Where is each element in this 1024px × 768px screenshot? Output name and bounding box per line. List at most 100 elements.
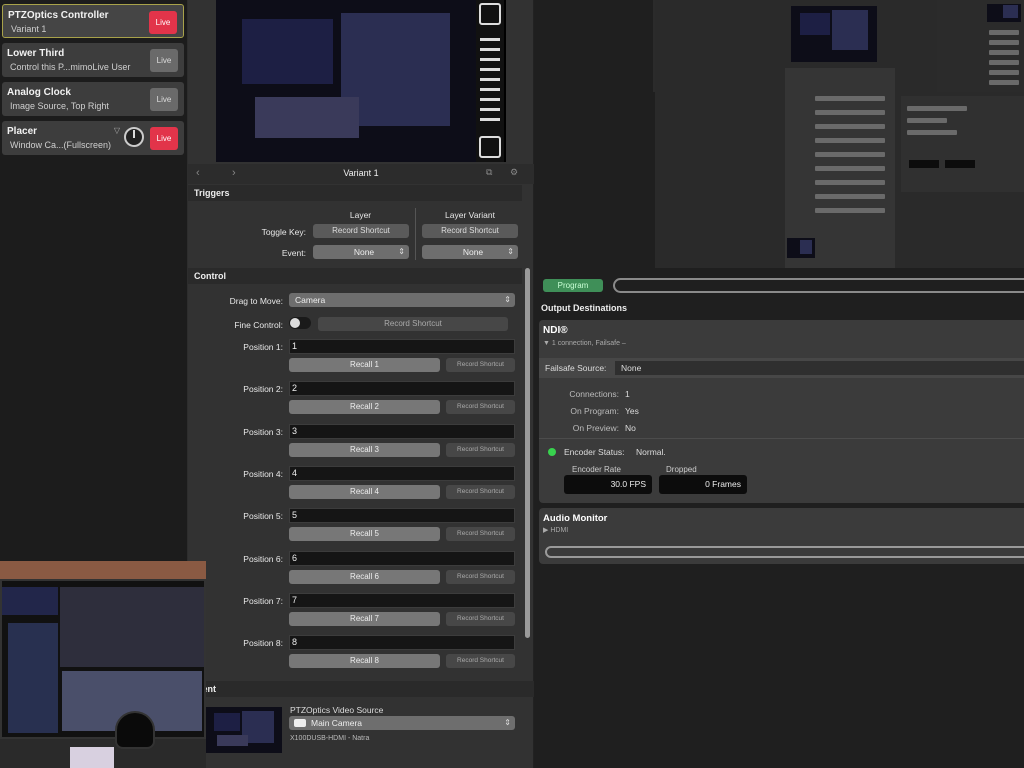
output-destinations-heading: Output Destinations (541, 303, 627, 313)
dropped-label: Dropped (666, 465, 697, 474)
on-preview-value: No (625, 423, 636, 433)
position-name-field[interactable]: 2 (289, 381, 515, 397)
encoder-rate-value: 30.0 FPS (564, 475, 652, 494)
position-label: Position 3: (243, 426, 283, 437)
ndi-title: NDI® (543, 325, 568, 336)
layer-analog-clock[interactable]: Analog Clock Image Source, Top Right Liv… (2, 82, 184, 116)
layer-title: Placer (7, 126, 38, 137)
audio-monitor-panel: Audio Monitor ▶ HDMI (539, 508, 1024, 564)
program-button[interactable]: Program (543, 279, 603, 292)
app-root: PTZOptics Controller Variant 1 Live Lowe… (0, 0, 1024, 768)
audio-source-disclosure[interactable]: ▶ HDMI (543, 526, 568, 534)
recall-record-shortcut[interactable]: Record Shortcut (446, 611, 515, 626)
opacity-knob-icon[interactable] (124, 127, 144, 147)
variant-record-shortcut-button[interactable]: Record Shortcut (422, 224, 518, 238)
position-name-field[interactable]: 4 (289, 465, 515, 481)
position-name-field[interactable]: 8 (289, 635, 515, 651)
recall-button[interactable]: Recall 3 (289, 442, 440, 457)
connections-value: 1 (625, 389, 630, 399)
failsafe-row: Failsafe Source: None (539, 358, 1024, 378)
position-name-field[interactable]: 6 (289, 550, 515, 566)
layer-title: Lower Third (7, 48, 65, 59)
ndi-output-panel: NDI® ▼ 1 connection, Failsafe – Failsafe… (539, 320, 1024, 503)
recall-record-shortcut[interactable]: Record Shortcut (446, 358, 515, 372)
live-button[interactable]: Live (150, 88, 178, 111)
camera-pip-overlay (0, 561, 206, 768)
camera-icon (294, 719, 306, 727)
pip-monitor-image (0, 579, 206, 739)
position-label: Position 4: (243, 468, 283, 479)
layer-title: PTZOptics Controller (8, 10, 109, 21)
layer-subtitle: Variant 1 (11, 24, 47, 34)
inspector-scrollbar[interactable] (525, 268, 530, 638)
variant-event-select[interactable]: None (422, 245, 518, 259)
program-level-meter (613, 278, 1024, 293)
position-name-field[interactable]: 5 (289, 508, 515, 524)
position-label: Position 2: (243, 384, 283, 395)
encoder-status-indicator (548, 448, 556, 456)
ptz-camera-image (115, 711, 155, 749)
recall-record-shortcut[interactable]: Record Shortcut (446, 484, 515, 499)
preview-side-strip (476, 0, 504, 162)
ndi-disclosure[interactable]: ▼ 1 connection, Failsafe – (543, 340, 626, 347)
position-name-field[interactable]: 3 (289, 423, 515, 439)
live-button[interactable]: Live (150, 49, 178, 72)
recall-button[interactable]: Recall 1 (289, 358, 440, 372)
on-preview-label: On Preview: (572, 423, 619, 433)
layer-title: Analog Clock (7, 87, 71, 98)
recall-button[interactable]: Recall 2 (289, 400, 440, 415)
recall-record-shortcut[interactable]: Record Shortcut (446, 400, 515, 415)
live-button[interactable]: Live (150, 127, 178, 150)
position-name-field[interactable]: 1 (289, 339, 515, 354)
position-label: Position 1: (243, 342, 283, 352)
video-source-select[interactable]: Main Camera (289, 716, 515, 730)
source-label: PTZOptics Video Source (290, 705, 384, 715)
failsafe-label: Failsafe Source: (545, 363, 607, 373)
recall-record-shortcut[interactable]: Record Shortcut (446, 569, 515, 584)
recall-button[interactable]: Recall 8 (289, 654, 440, 669)
layer-record-shortcut-button[interactable]: Record Shortcut (313, 224, 409, 238)
content-heading: ntent (188, 681, 534, 697)
drag-to-move-select[interactable]: Camera (289, 293, 515, 307)
layer-placer[interactable]: Placer Window Ca...(Fullscreen) ▽ Live (2, 121, 184, 155)
variant-name[interactable]: Variant 1 (188, 168, 534, 178)
on-program-label: On Program: (570, 406, 619, 416)
toggle-key-label: Toggle Key: (261, 227, 306, 237)
chevron-down-icon[interactable]: ▽ (114, 126, 120, 135)
encoder-rate-label: Encoder Rate (572, 465, 621, 474)
fine-control-record-shortcut[interactable]: Record Shortcut (318, 317, 508, 331)
position-label: Position 5: (243, 511, 283, 522)
variant-bar: ‹ › Variant 1 ⧉ ⚙ (188, 164, 534, 184)
layer-column-label: Layer (349, 210, 372, 220)
recall-button[interactable]: Recall 7 (289, 611, 440, 626)
failsafe-select[interactable]: None (615, 361, 1024, 375)
live-button[interactable]: Live (149, 11, 177, 34)
user-icon[interactable] (479, 3, 501, 25)
layer-subtitle: Image Source, Top Right (10, 101, 109, 111)
encoder-status-label: Encoder Status: (564, 447, 625, 457)
layer-ptzoptics-controller[interactable]: PTZOptics Controller Variant 1 Live (2, 4, 184, 38)
layer-lower-third[interactable]: Lower Third Control this P...mimoLive Us… (2, 43, 184, 77)
duplicate-icon[interactable]: ⧉ (486, 167, 492, 178)
fine-control-label: Fine Control: (234, 320, 283, 330)
on-program-value: Yes (625, 406, 639, 416)
event-label: Event: (281, 248, 306, 258)
gear-icon[interactable]: ⚙ (510, 167, 518, 178)
recall-record-shortcut[interactable]: Record Shortcut (446, 654, 515, 669)
connections-label: Connections: (569, 389, 619, 399)
layer-variant-column-label: Layer Variant (445, 210, 495, 220)
recall-record-shortcut[interactable]: Record Shortcut (446, 527, 515, 542)
audio-monitor-title: Audio Monitor (543, 513, 608, 524)
recall-button[interactable]: Recall 6 (289, 569, 440, 584)
image-icon[interactable] (479, 136, 501, 158)
device-name: X100DUSB-HDMI - Natra (290, 735, 370, 742)
layer-preview (216, 0, 506, 162)
position-name-field[interactable]: 7 (289, 592, 515, 608)
drag-to-move-label: Drag to Move: (229, 296, 283, 306)
recall-button[interactable]: Recall 4 (289, 484, 440, 499)
recall-record-shortcut[interactable]: Record Shortcut (446, 442, 515, 457)
dropped-value: 0 Frames (659, 475, 747, 494)
layer-event-select[interactable]: None (313, 245, 409, 259)
fine-control-toggle[interactable] (289, 317, 311, 329)
recall-button[interactable]: Recall 5 (289, 527, 440, 542)
